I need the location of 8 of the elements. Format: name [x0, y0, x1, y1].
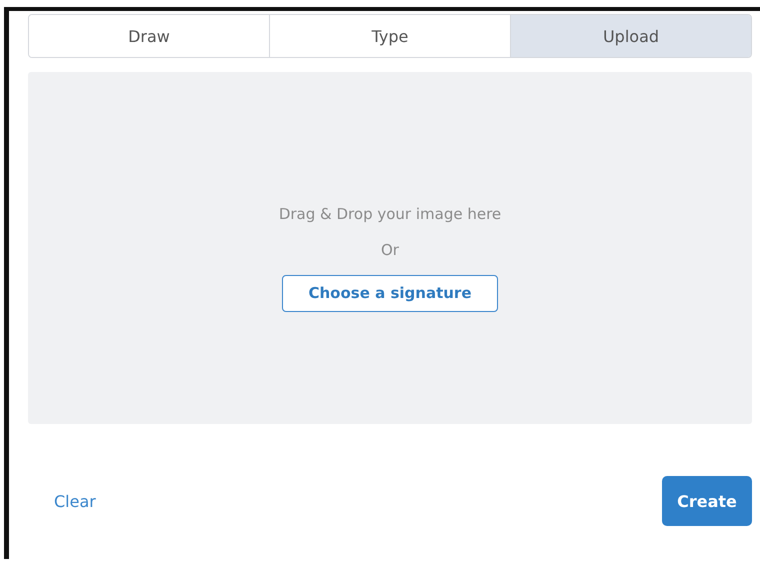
- choose-signature-button[interactable]: Choose a signature: [282, 274, 498, 312]
- tab[interactable]: Draw: [29, 15, 270, 57]
- clear-link[interactable]: Clear: [54, 492, 96, 510]
- tab[interactable]: Upload: [511, 15, 751, 57]
- or-text: Or: [381, 240, 399, 258]
- create-button[interactable]: Create: [662, 476, 752, 526]
- drop-hint: Drag & Drop your image here: [278, 204, 502, 222]
- drop-zone[interactable]: Drag & Drop your image here Or Choose a signature: [28, 72, 752, 424]
